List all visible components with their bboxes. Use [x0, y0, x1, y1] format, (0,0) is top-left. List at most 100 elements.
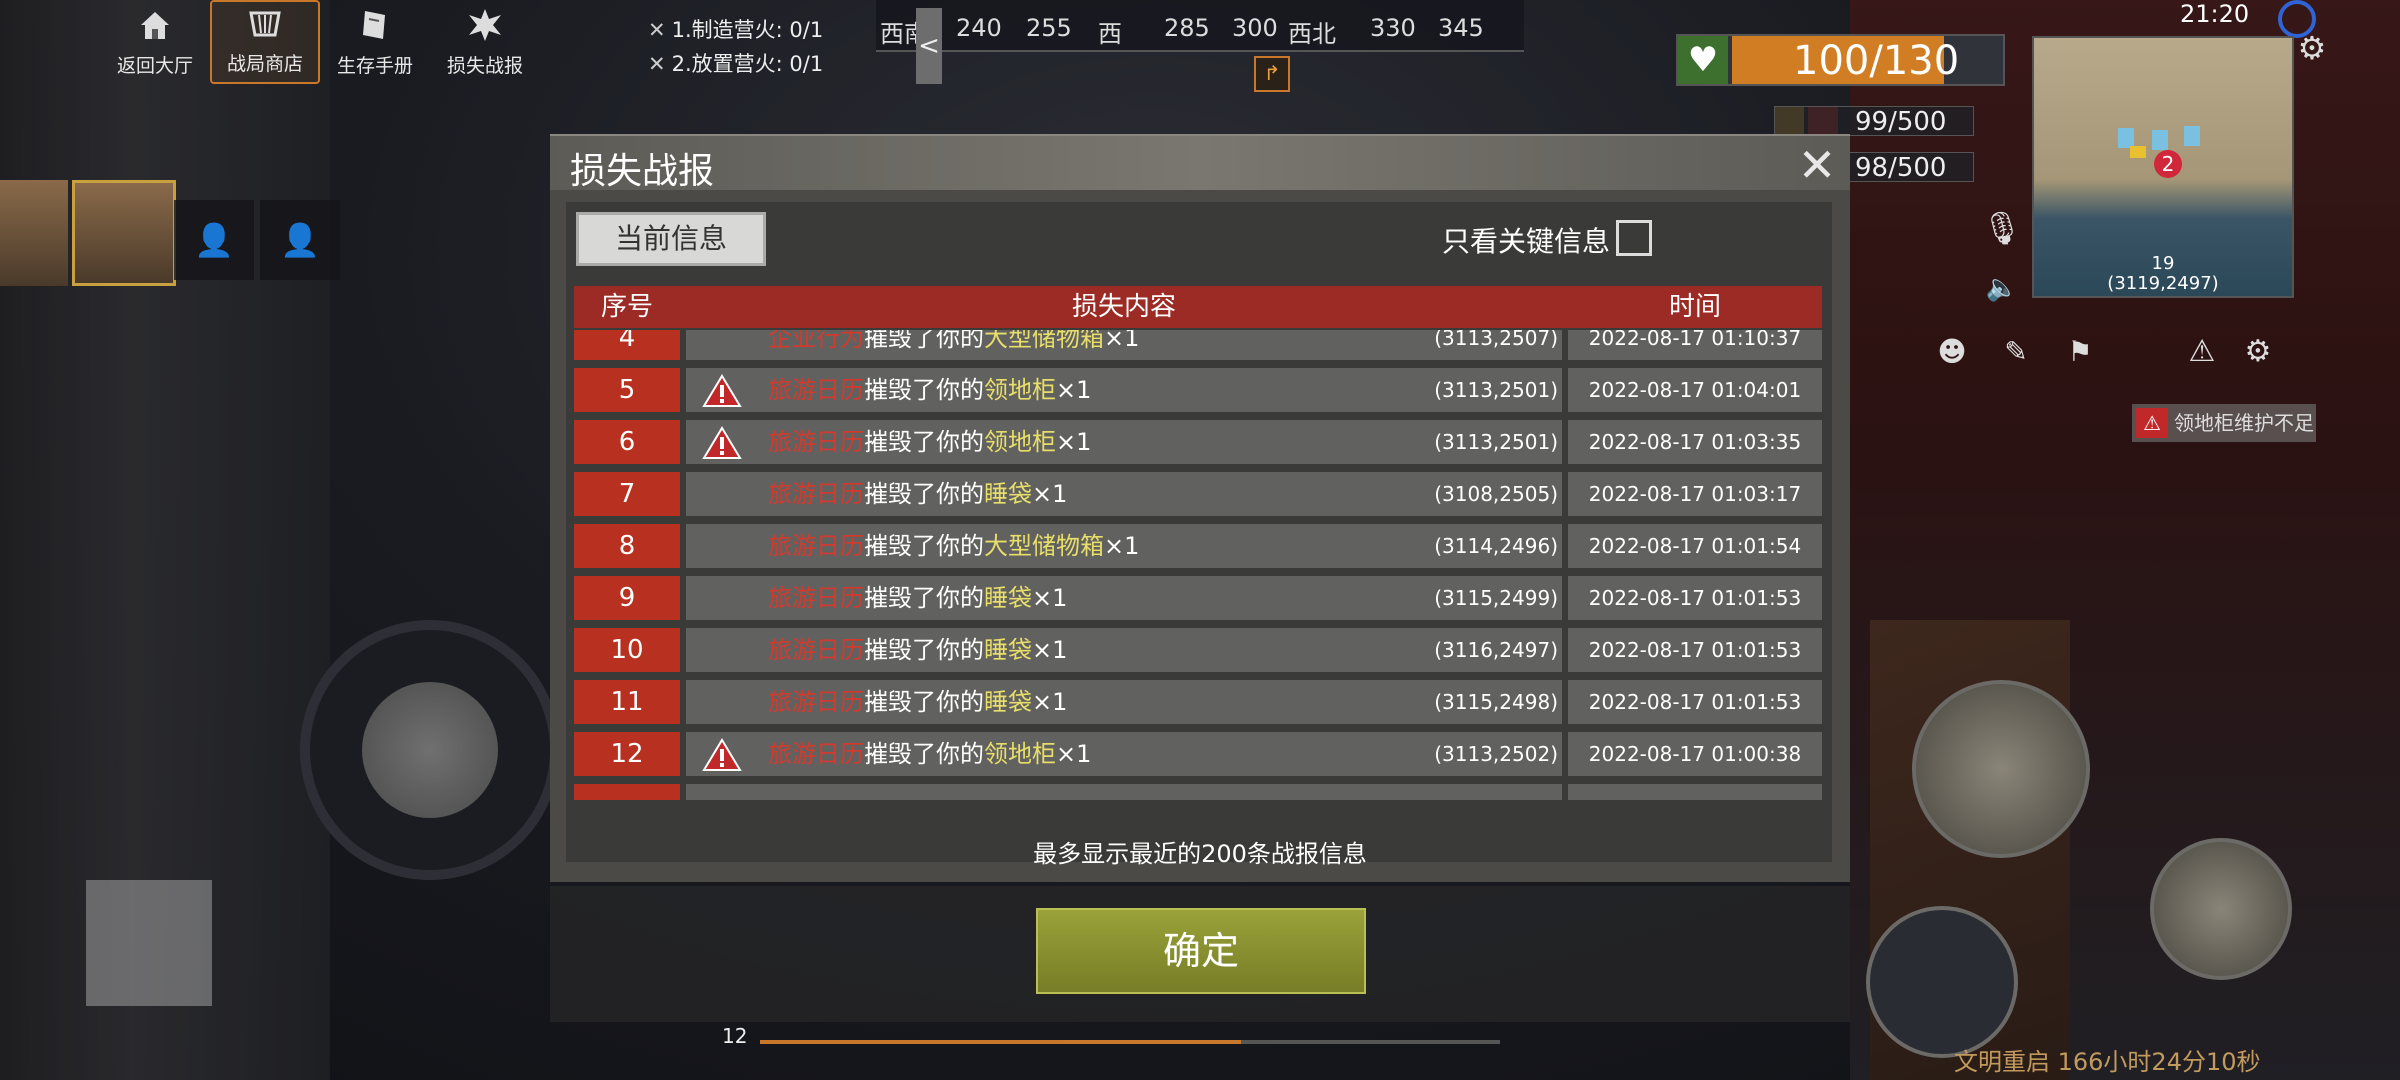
building-icon [2152, 130, 2168, 150]
close-button[interactable]: ✕ [1794, 142, 1840, 190]
loss-verb: 摧毁了你的 [864, 688, 984, 716]
loss-text: 旅游日历摧毁了你的睡袋×1 [768, 628, 1067, 672]
prone-button[interactable] [1866, 906, 2018, 1058]
loss-location: (3113,2502) [1434, 742, 1558, 766]
loss-location: (3114,2496) [1434, 534, 1558, 558]
minimap[interactable]: 2 19 (3119,2497) [2032, 36, 2294, 298]
key-only-checkbox[interactable] [1616, 220, 1652, 256]
lost-quantity: ×1 [1104, 330, 1140, 352]
loss-time: 2022-08-17 01:10:37 [1568, 330, 1822, 360]
table-row: 6 旅游日历摧毁了你的领地柜×1 (3113,2501) 2022-08-17 01:… [574, 420, 1822, 464]
dialog-body: 当前信息 只看关键信息 序号 损失内容 时间 4 企业行为摧毁了你的大型储物箱×1… [550, 190, 1850, 882]
compass-tick: 240 [956, 14, 1002, 42]
column-header-content: 损失内容 [1071, 292, 1176, 322]
loss-location: (3113,2501) [1434, 378, 1558, 402]
lobby-button[interactable]: 返回大厅 [100, 0, 210, 84]
loss-content: 旅游日历摧毁了你的睡袋×1 (3116,2497) [686, 628, 1562, 672]
loss-report-button[interactable]: 损失战报 [430, 0, 540, 84]
compass-tick: 330 [1370, 14, 1416, 42]
territory-warning-badge[interactable]: ⚠ 领地柜维护不足 [2132, 404, 2316, 442]
crouch-button[interactable] [2150, 838, 2292, 980]
compass-tick: 西 [1098, 20, 1122, 48]
lost-item: 领地柜 [984, 376, 1056, 404]
loss-time: 2022-08-17 01:00:38 [1568, 732, 1822, 776]
table-row: 8 旅游日历摧毁了你的大型储物箱×1 (3114,2496) 2022-08-17 0… [574, 524, 1822, 568]
backpack-button[interactable] [86, 880, 212, 1006]
tab-current-info[interactable]: 当前信息 [576, 212, 766, 266]
task-text: 1.制造营火: 0/1 [671, 18, 824, 42]
report-table-body[interactable]: 4 企业行为摧毁了你的大型储物箱×1 (3113,2507) 2022-08-17 0… [574, 330, 1822, 800]
speaker-icon[interactable]: 🔈 [1980, 266, 2024, 310]
compass-bar: 西南 240 255 西 285 300 西北 330 345 [876, 0, 1524, 52]
table-row: 9 旅游日历摧毁了你的睡袋×1 (3115,2499) 2022-08-17 01:0… [574, 576, 1822, 620]
microphone-icon[interactable]: 🎙 [1980, 206, 2024, 250]
compass-collapse-button[interactable]: < [916, 8, 942, 84]
loss-text: 旅游日历摧毁了你的领地柜×1 [768, 732, 1091, 776]
mask-icon[interactable]: ☻ [1930, 330, 1974, 374]
compass-tick: 300 [1232, 14, 1278, 42]
task-item: ✕ 2.放置营火: 0/1 [648, 48, 823, 78]
teammate-avatar[interactable] [0, 180, 68, 286]
lobby-label: 返回大厅 [116, 55, 193, 77]
food-stat: 99/500 [1774, 106, 1974, 137]
loss-content: 旅游日历摧毁了你的睡袋×1 (3115,2498) [686, 680, 1562, 724]
chevron-left-icon: < [918, 31, 940, 61]
attacker-name: 旅游日历 [768, 740, 864, 768]
home-icon [141, 12, 169, 39]
attacker-name: 企业行为 [768, 330, 864, 352]
lost-item: 睡袋 [984, 688, 1032, 716]
direction-indicator-icon: ↱ [1254, 56, 1290, 92]
warning-icon[interactable]: ⚠ [2180, 330, 2224, 374]
loss-content: 旅游日历摧毁了你的领地柜×1 (3113,2501) [686, 368, 1562, 412]
loss-text: 旅游日历摧毁了你的大型储物箱×1 [768, 524, 1139, 568]
add-teammate-button[interactable]: 👤 [174, 200, 254, 280]
loss-verb: 摧毁了你的 [864, 636, 984, 664]
lost-item: 领地柜 [984, 428, 1056, 456]
shop-button[interactable]: 战局商店 [210, 0, 320, 84]
row-number [574, 784, 680, 800]
shop-label: 战局商店 [226, 53, 303, 75]
lost-quantity: ×1 [1056, 376, 1092, 404]
confirm-button[interactable]: 确定 [1036, 908, 1366, 994]
loss-location: (3113,2501) [1434, 430, 1558, 454]
lost-quantity: ×1 [1032, 688, 1068, 716]
key-only-label: 只看关键信息 [1442, 225, 1611, 258]
table-row-partial [574, 784, 1822, 800]
loss-time: 2022-08-17 01:01:53 [1568, 680, 1822, 724]
add-teammate-button[interactable]: 👤 [260, 200, 340, 280]
movement-joystick[interactable] [300, 620, 560, 880]
player-avatar[interactable] [72, 180, 176, 286]
loss-verb: 摧毁了你的 [864, 480, 984, 508]
loss-content: 旅游日历摧毁了你的大型储物箱×1 (3114,2496) [686, 524, 1562, 568]
lost-item: 大型储物箱 [984, 330, 1104, 352]
table-row: 12 旅游日历摧毁了你的领地柜×1 (3113,2502) 2022-08-17 01… [574, 732, 1822, 776]
warning-icon [702, 738, 742, 771]
top-nav: 返回大厅 战局商店 生存手册 损失战报 [100, 0, 540, 84]
table-row: 7 旅游日历摧毁了你的睡袋×1 (3108,2505) 2022-08-17 01:0… [574, 472, 1822, 516]
loss-content: 旅游日历摧毁了你的领地柜×1 (3113,2501) [686, 420, 1562, 464]
civilization-restart-timer: 文明重启 166小时24分10秒 [1954, 1048, 2261, 1076]
compass-tick: 285 [1164, 14, 1210, 42]
lost-quantity: ×1 [1056, 740, 1092, 768]
pencil-icon[interactable]: ✎ [1994, 330, 2038, 374]
loss-content [686, 784, 1562, 800]
lost-quantity: ×1 [1032, 584, 1068, 612]
row-number: 9 [574, 576, 680, 620]
lost-item: 领地柜 [984, 740, 1056, 768]
settings-wheel-icon[interactable]: ⚙ [2290, 26, 2334, 70]
explosion-icon [469, 9, 501, 41]
lost-quantity: ×1 [1056, 428, 1092, 456]
dialog-footer: 确定 [550, 886, 1850, 1022]
report-limit-note: 最多显示最近的200条战报信息 [1033, 840, 1367, 868]
gear-icon[interactable]: ⚙ [2236, 330, 2280, 374]
task-text: 2.放置营火: 0/1 [671, 52, 824, 76]
compass-tick: 西北 [1288, 20, 1336, 48]
task-item: ✕ 1.制造营火: 0/1 [648, 14, 823, 44]
flag-icon[interactable]: ⚑ [2058, 330, 2102, 374]
lost-quantity: ×1 [1032, 636, 1068, 664]
knife-attack-button[interactable] [1912, 680, 2090, 858]
add-user-icon: 👤 [280, 221, 320, 259]
loss-time: 2022-08-17 01:03:17 [1568, 472, 1822, 516]
minimap-level: 19 [2151, 253, 2175, 274]
manual-button[interactable]: 生存手册 [320, 0, 430, 84]
